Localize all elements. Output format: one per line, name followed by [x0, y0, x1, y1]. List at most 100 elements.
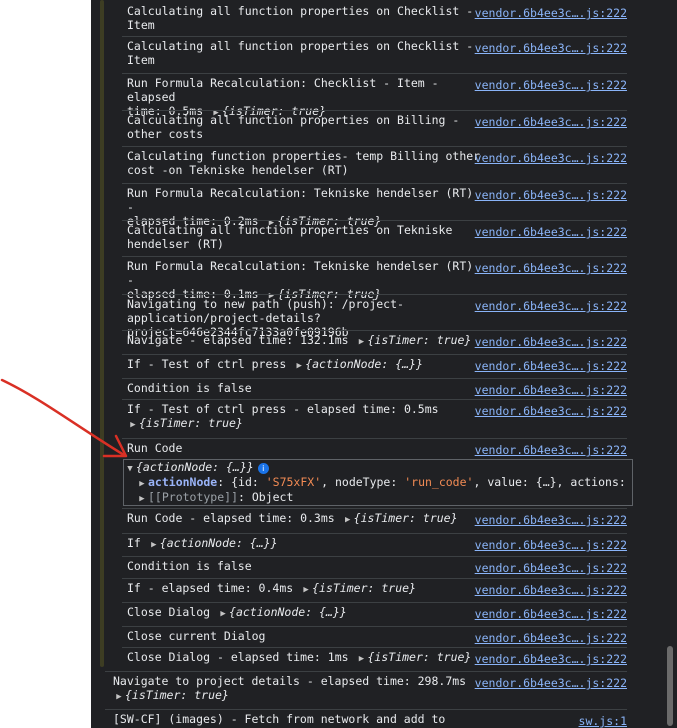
message-line: If - elapsed time: 0.4ms — [127, 581, 294, 595]
message-text: Calculating function properties- temp Bi… — [127, 149, 487, 177]
prototype-row[interactable]: ▶ [[Prototype]]: Object — [136, 490, 293, 505]
object-preview[interactable]: ▶ {actionNode: {…}} — [217, 605, 346, 621]
message-text: Close current Dialog — [127, 629, 477, 643]
message-text: Navigate - elapsed time: 132.1ms ▶ {isTim… — [127, 333, 477, 349]
message-line: Navigating to new path (push): /project- — [127, 297, 404, 311]
source-link[interactable]: vendor.6b4ee3c….js:222 — [475, 404, 627, 418]
source-link[interactable]: vendor.6b4ee3c….js:222 — [475, 652, 627, 666]
object-preview-text: {isTimer: true} — [312, 581, 416, 595]
message-line: Condition is false — [127, 559, 252, 573]
message-text: Calculating all function properties on C… — [127, 39, 487, 67]
object-preview[interactable]: ▶ {actionNode: {…}} — [148, 536, 277, 552]
source-link[interactable]: vendor.6b4ee3c….js:222 — [475, 151, 627, 165]
message-line: If — [127, 536, 141, 550]
red-arrow-annotation — [0, 378, 128, 458]
message-text: Navigate to project details - elapsed ti… — [113, 674, 473, 704]
object-preview[interactable]: ▶ {isTimer: true} — [300, 581, 416, 595]
source-link[interactable]: vendor.6b4ee3c….js:222 — [475, 225, 627, 239]
message-line: Close Dialog — [127, 605, 211, 619]
property-value-open: {id: — [231, 475, 266, 489]
source-link[interactable]: vendor.6b4ee3c….js:222 — [475, 359, 627, 373]
object-summary-row[interactable]: ▼ {actionNode: {…}} i — [124, 460, 269, 476]
message-line: Run Formula Recalculation: Tekniske hend… — [127, 186, 481, 214]
message-text: If - Test of ctrl press - elapsed time: … — [127, 402, 477, 432]
scrollbar-thumb[interactable] — [667, 646, 673, 726]
message-line: Calculating all function properties on C… — [127, 39, 474, 53]
source-link[interactable]: vendor.6b4ee3c….js:222 — [475, 443, 627, 457]
message-text: Condition is false — [127, 381, 477, 395]
message-line: Close current Dialog — [127, 629, 266, 643]
expand-triangle-icon[interactable]: ▶ — [217, 607, 229, 621]
expand-triangle-icon[interactable]: ▶ — [342, 513, 354, 527]
message-line: hendelser (RT) — [127, 237, 224, 251]
source-link[interactable]: vendor.6b4ee3c….js:222 — [475, 583, 627, 597]
message-separator — [105, 671, 627, 672]
message-line: Run Code - elapsed time: 0.3ms — [127, 511, 335, 525]
object-preview-text: {actionNode: {…}} — [305, 357, 423, 371]
source-link[interactable]: vendor.6b4ee3c….js:222 — [475, 561, 627, 575]
expand-triangle-icon[interactable]: ▶ — [293, 359, 305, 373]
object-preview[interactable]: ▶ {isTimer: true} — [113, 688, 229, 702]
devtools-console: Calculating all function properties on C… — [91, 0, 677, 728]
message-text: If - elapsed time: 0.4ms ▶ {isTimer: true… — [127, 581, 477, 597]
message-text: If ▶ {actionNode: {…}} — [127, 536, 477, 552]
source-link[interactable]: vendor.6b4ee3c….js:222 — [475, 513, 627, 527]
source-link[interactable]: vendor.6b4ee3c….js:222 — [475, 261, 627, 275]
message-text: Condition is false — [127, 559, 477, 573]
source-link[interactable]: vendor.6b4ee3c….js:222 — [475, 41, 627, 55]
expand-triangle-icon[interactable]: ▶ — [300, 583, 312, 597]
message-separator — [122, 578, 627, 579]
object-summary: {actionNode: {…}} — [136, 460, 254, 474]
property-rest: , value: {…}, actions: Arr — [473, 475, 632, 489]
expand-triangle-icon[interactable]: ▶ — [356, 652, 368, 666]
expand-triangle-icon[interactable]: ▶ — [356, 335, 368, 349]
message-line: [SW-CF] (images) - Fetch from network an… — [113, 712, 446, 728]
message-separator — [122, 399, 627, 400]
message-line: cost -on Tekniske hendelser (RT) — [127, 163, 349, 177]
source-link[interactable]: vendor.6b4ee3c….js:222 — [475, 676, 627, 690]
message-text: Calculating all function properties on B… — [127, 113, 487, 141]
message-line: Calculating all function properties on T… — [127, 223, 453, 237]
source-link[interactable]: vendor.6b4ee3c….js:222 — [475, 383, 627, 397]
object-preview[interactable]: ▶ {actionNode: {…}} — [293, 357, 423, 373]
source-link[interactable]: vendor.6b4ee3c….js:222 — [475, 607, 627, 621]
source-link[interactable]: vendor.6b4ee3c….js:222 — [475, 188, 627, 202]
object-preview[interactable]: ▶ {isTimer: true} — [356, 333, 472, 347]
message-separator — [122, 438, 627, 439]
message-text: [SW-CF] (images) - Fetch from network an… — [113, 712, 473, 728]
message-separator — [105, 709, 627, 710]
arrow-shaft — [0, 378, 126, 457]
source-link[interactable]: vendor.6b4ee3c….js:222 — [475, 335, 627, 349]
message-line: other costs — [127, 127, 204, 141]
message-separator — [122, 602, 627, 603]
source-link[interactable]: vendor.6b4ee3c….js:222 — [475, 538, 627, 552]
message-text: Close Dialog ▶ {actionNode: {…}} — [127, 605, 477, 621]
message-line: Item — [127, 18, 155, 32]
expand-triangle-icon[interactable]: ▶ — [113, 690, 125, 704]
expand-triangle-icon[interactable]: ▶ — [148, 538, 160, 552]
source-link[interactable]: sw.js:1 — [579, 714, 627, 728]
source-link[interactable]: vendor.6b4ee3c….js:222 — [475, 115, 627, 129]
expand-triangle-icon[interactable]: ▶ — [136, 492, 148, 505]
object-preview[interactable]: ▶ {isTimer: true} — [342, 511, 458, 525]
message-separator — [122, 556, 627, 557]
property-key: actionNode — [148, 475, 218, 489]
message-separator — [122, 256, 627, 257]
message-separator — [122, 220, 627, 221]
source-link[interactable]: vendor.6b4ee3c….js:222 — [475, 6, 627, 20]
object-preview[interactable]: ▶ {isTimer: true} — [127, 416, 243, 430]
prototype-key: [[Prototype]] — [148, 490, 239, 504]
info-icon[interactable]: i — [257, 463, 269, 474]
source-link[interactable]: vendor.6b4ee3c….js:222 — [475, 78, 627, 92]
object-preview-text: {isTimer: true} — [367, 650, 472, 664]
message-text: Calculating all function properties on C… — [127, 4, 487, 32]
message-separator — [122, 533, 627, 534]
source-link[interactable]: vendor.6b4ee3c….js:222 — [475, 631, 627, 645]
object-preview[interactable]: ▶ {isTimer: true} — [356, 650, 472, 664]
source-link[interactable]: vendor.6b4ee3c….js:222 — [475, 299, 627, 313]
message-separator — [122, 378, 627, 379]
object-preview-text: {isTimer: true} — [139, 416, 243, 430]
expand-triangle-icon[interactable]: ▶ — [136, 477, 148, 491]
property-row[interactable]: ▶ actionNode: {id: 'S75xFX', nodeType: 'r… — [136, 475, 632, 491]
message-line: Run Formula Recalculation: Checklist - I… — [127, 76, 446, 104]
